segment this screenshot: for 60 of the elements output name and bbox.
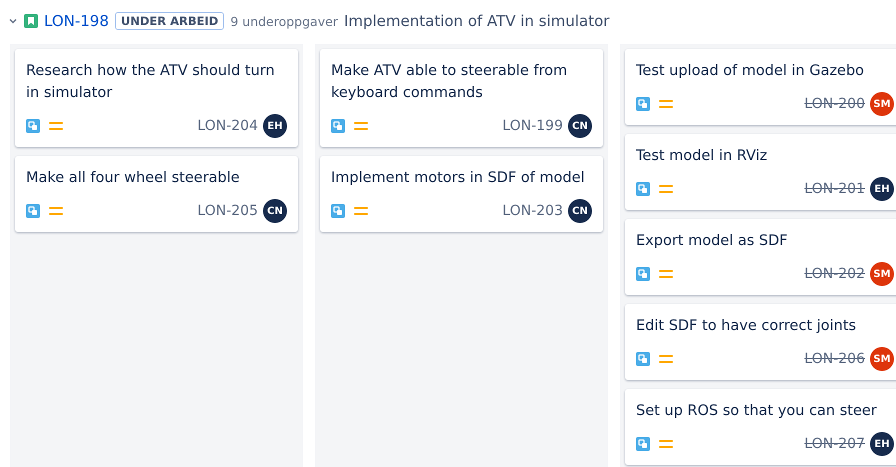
issue-key: LON-206 xyxy=(804,351,865,367)
card-title: Make all four wheel steerable xyxy=(26,169,241,188)
bookmark-icon xyxy=(24,14,38,28)
issue-key: LON-200 xyxy=(804,96,865,112)
subtask-icon xyxy=(26,119,40,133)
issue-key: LON-201 xyxy=(804,181,865,197)
issue-key: LON-205 xyxy=(197,203,258,219)
priority-icon xyxy=(659,184,673,194)
issue-key: LON-203 xyxy=(502,203,563,219)
priority-icon xyxy=(49,121,63,131)
issue-card[interactable]: Set up ROS so that you can steer LON-207 EH xyxy=(625,389,896,465)
issue-card[interactable]: Test model in RViz LON-201 EH xyxy=(625,134,896,210)
subtask-icon xyxy=(636,352,650,366)
subtask-icon xyxy=(331,204,345,218)
avatar: SM xyxy=(870,347,894,371)
priority-icon xyxy=(49,206,63,216)
issue-key: LON-202 xyxy=(804,266,865,282)
card-title: Implement motors in SDF of model xyxy=(331,169,586,188)
subtask-count: 9 underoppgaver xyxy=(230,14,338,28)
avatar: CN xyxy=(568,199,592,223)
subtask-icon xyxy=(636,97,650,111)
issue-key: LON-207 xyxy=(804,436,865,452)
priority-icon xyxy=(659,99,673,109)
issue-card[interactable]: Export model as SDF LON-202 SM xyxy=(625,219,896,295)
chevron-icon[interactable] xyxy=(8,16,18,26)
avatar: EH xyxy=(870,432,894,456)
avatar: SM xyxy=(870,92,894,116)
subtask-icon xyxy=(26,204,40,218)
priority-icon xyxy=(354,206,368,216)
avatar: EH xyxy=(263,114,287,138)
issue-title: Implementation of ATV in simulator xyxy=(344,12,610,30)
subtask-icon xyxy=(636,437,650,451)
issue-card[interactable]: Research how the ATV should turn in simulator LON-204 EH xyxy=(15,49,298,147)
issue-card[interactable]: Test upload of model in Gazebo LON-200 SM xyxy=(625,49,896,125)
priority-icon xyxy=(354,121,368,131)
subtask-icon xyxy=(636,267,650,281)
issue-card[interactable]: Edit SDF to have correct joints LON-206 SM xyxy=(625,304,896,380)
issue-key-link[interactable]: LON-198 xyxy=(44,12,109,30)
issue-key: LON-199 xyxy=(502,118,563,134)
card-title: Edit SDF to have correct joints xyxy=(636,317,858,336)
subtask-icon xyxy=(331,119,345,133)
card-title: Make ATV able to steerable from keyboard commands xyxy=(331,62,568,103)
avatar: CN xyxy=(263,199,287,223)
priority-icon xyxy=(659,354,673,364)
issue-card[interactable]: Implement motors in SDF of model LON-203 CN xyxy=(320,156,603,232)
priority-icon xyxy=(659,269,673,279)
issue-card[interactable]: Make ATV able to steerable from keyboard commands LON-199 CN xyxy=(320,49,603,147)
avatar: CN xyxy=(568,114,592,138)
card-title: Set up ROS so that you can steer xyxy=(636,402,878,421)
subtask-icon xyxy=(636,182,650,196)
card-title: Research how the ATV should turn in simulator xyxy=(26,62,276,103)
card-title: Test upload of model in Gazebo xyxy=(636,62,866,81)
issue-card[interactable]: Make all four wheel steerable LON-205 CN xyxy=(15,156,298,232)
status-label: UNDER ARBEID xyxy=(114,12,224,30)
avatar: EH xyxy=(870,177,894,201)
card-title: Test model in RViz xyxy=(636,147,768,166)
issue-key: LON-204 xyxy=(197,118,258,134)
priority-icon xyxy=(659,439,673,449)
avatar: SM xyxy=(870,262,894,286)
card-title: Export model as SDF xyxy=(636,232,789,251)
